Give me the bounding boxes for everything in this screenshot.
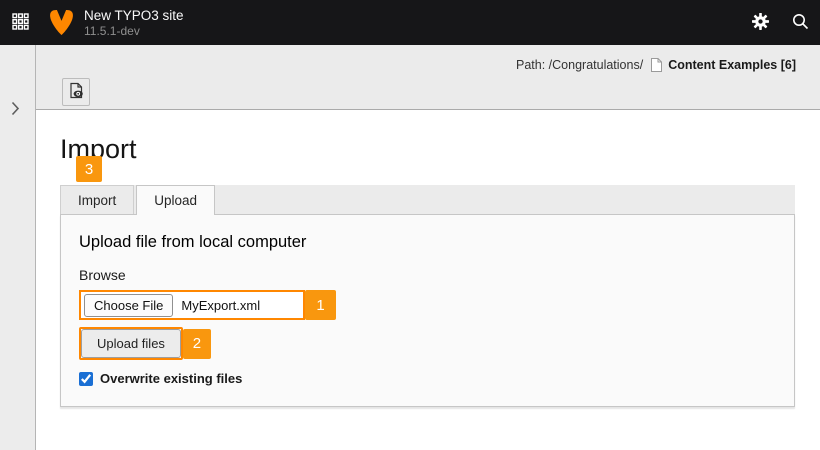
search-button[interactable]	[780, 0, 820, 45]
tab-upload[interactable]: Upload	[136, 185, 215, 215]
module-menu-button[interactable]	[0, 0, 40, 45]
settings-button[interactable]	[740, 0, 780, 45]
scaffold: Path: /Congratulations/ Content Examples…	[0, 45, 820, 450]
module-body: Import 3 Import Upload Upload file from …	[36, 110, 820, 450]
tabbar: Import Upload	[60, 185, 795, 214]
upload-files-button[interactable]: Upload files	[81, 329, 181, 358]
document-eye-icon	[68, 82, 85, 102]
typo3-logo-icon	[49, 9, 74, 36]
breadcrumb-page-title: Content Examples [6]	[668, 58, 796, 72]
gear-icon	[752, 13, 769, 33]
grid-icon	[12, 13, 29, 33]
view-webpage-button[interactable]	[62, 78, 90, 106]
overwrite-checkbox[interactable]	[79, 372, 93, 386]
panel-title: Upload file from local computer	[79, 232, 776, 253]
tutorial-badge-1: 1	[305, 290, 336, 320]
overwrite-label[interactable]: Overwrite existing files	[100, 371, 242, 386]
app-title: New TYPO3 site	[84, 7, 184, 24]
file-upload-row: Choose File MyExport.xml 1	[79, 290, 336, 320]
browse-label: Browse	[79, 267, 776, 284]
file-input[interactable]: Choose File MyExport.xml	[79, 290, 305, 320]
typo3-brand[interactable]: New TYPO3 site 11.5.1-dev	[40, 0, 184, 45]
overwrite-row: Overwrite existing files	[79, 371, 776, 386]
topbar-spacer	[184, 0, 740, 45]
navigation-expand-handle[interactable]	[0, 45, 36, 450]
upload-panel: Upload file from local computer Browse C…	[60, 214, 795, 407]
document-icon	[650, 57, 663, 73]
tutorial-badge-2: 2	[183, 329, 211, 359]
topbar: New TYPO3 site 11.5.1-dev	[0, 0, 820, 45]
breadcrumb-path: Path: /Congratulations/	[516, 58, 643, 72]
upload-button-highlight: Upload files	[79, 327, 183, 360]
page-title: Import	[60, 132, 795, 166]
selected-filename: MyExport.xml	[181, 298, 260, 313]
app-version: 11.5.1-dev	[84, 24, 184, 39]
docheader: Path: /Congratulations/ Content Examples…	[36, 45, 820, 110]
breadcrumb: Path: /Congratulations/ Content Examples…	[516, 57, 796, 73]
choose-file-button[interactable]: Choose File	[84, 294, 173, 317]
tutorial-badge-3: 3	[76, 156, 102, 182]
upload-button-row: Upload files 2	[79, 327, 211, 360]
module-frame: Path: /Congratulations/ Content Examples…	[36, 45, 820, 450]
search-icon	[792, 13, 809, 33]
tab-import[interactable]: Import	[60, 185, 134, 214]
chevron-right-icon	[11, 101, 20, 121]
